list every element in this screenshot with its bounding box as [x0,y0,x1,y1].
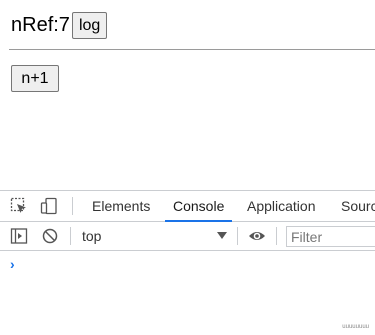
tab-sources[interactable]: Sources [341,191,375,221]
tab-console[interactable]: Console [164,191,233,222]
increment-button[interactable]: n+1 [11,65,59,92]
devtools-tab-bar: Elements Console Application Sources [0,191,375,222]
context-dropdown-arrow-icon[interactable] [217,232,227,239]
context-selector[interactable]: top [82,222,101,250]
tab-application[interactable]: Application [247,191,316,221]
toolbar-separator [237,227,238,245]
horizontal-rule [9,49,375,50]
console-toolbar: top [0,222,375,251]
devtools-panel: Elements Console Application Sources top [0,190,375,335]
sidebar-toggle-icon[interactable] [10,227,28,245]
toolbar-separator [276,227,277,245]
log-button[interactable]: log [71,12,108,39]
page-content: nRef:7 log n+1 [0,0,375,190]
nref-row: nRef:7 log [11,12,108,39]
tab-elements[interactable]: Elements [92,191,150,221]
toolbar-separator [70,227,71,245]
device-toolbar-icon[interactable] [40,197,58,215]
console-prompt-icon[interactable]: › [10,256,15,272]
nref-text: nRef:7 [11,14,70,36]
inspect-element-icon[interactable] [10,197,28,215]
live-expression-eye-icon[interactable] [248,227,266,245]
toolbar-separator [72,197,73,215]
clear-console-icon[interactable] [41,227,59,245]
corner-watermark: uuuuuuuu [342,324,369,330]
filter-input[interactable] [286,226,375,247]
